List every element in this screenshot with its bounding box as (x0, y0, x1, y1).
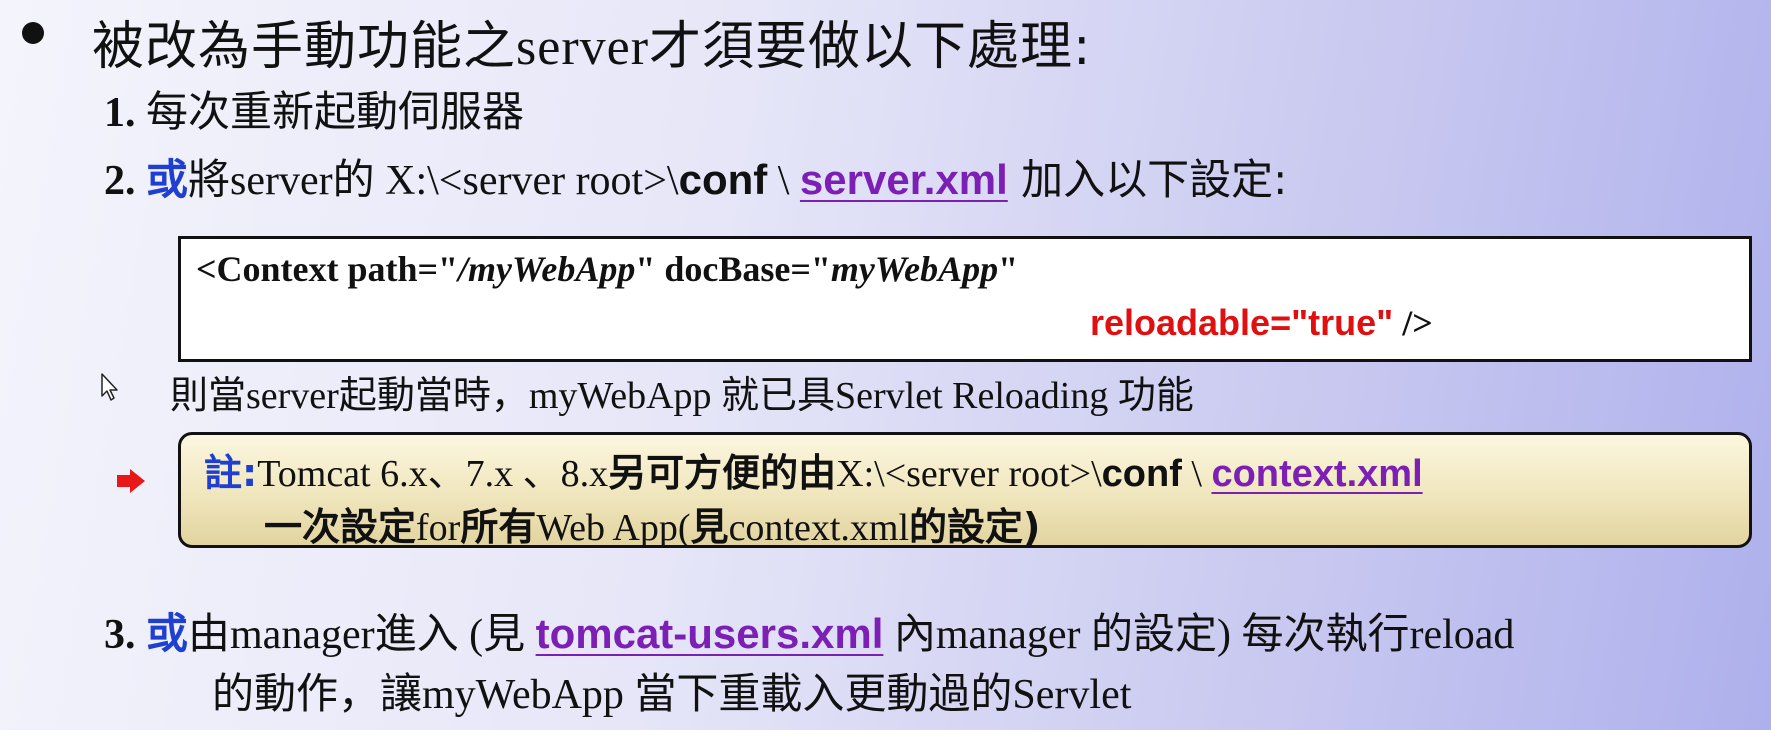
list-item-3-continuation: 的動作，讓myWebApp 當下重載入更動過的Servlet (212, 660, 1131, 721)
item-text: 每次重新起動伺服器 (146, 87, 525, 136)
note-line-2: 一次設定for所有Web App(見context.xml的設定) (264, 496, 1040, 551)
list-item-3: 3. 或由manager進入 (見 tomcat-users.xml 內mana… (104, 600, 1514, 661)
code-line-2: reloadable="true" /> (1090, 302, 1433, 344)
code-line-1: <Context path="/myWebApp" docBase="myWeb… (196, 248, 1018, 290)
bullet-icon (22, 22, 44, 44)
title-part-1: 被改為手動功能之 (92, 17, 517, 77)
item-text: 的動作，讓myWebApp 當下重載入更動過的Servlet (212, 672, 1132, 718)
code-text: /> (1393, 303, 1433, 343)
item-text: 由manager進入 (見 (188, 612, 536, 658)
code-docbase-value: myWebApp (830, 249, 999, 289)
note-path: X:\<server root>\ (836, 453, 1102, 495)
mouse-pointer-icon (100, 372, 120, 407)
code-text: " (998, 249, 1019, 289)
title-part-3: 才須要做以下處理: (649, 17, 1092, 77)
note-text: for (416, 507, 461, 549)
path-separator: \ (1181, 453, 1212, 495)
title-part-2: server (516, 19, 650, 76)
list-item-1: 1. 每次重新起動伺服器 (104, 78, 524, 139)
conf-folder: conf (678, 156, 768, 203)
note-text-bold: 所有 (460, 505, 537, 549)
note-text-bold: 一次設定 (264, 505, 417, 549)
result-sentence: 則當server起動當時，myWebApp 就已具Servlet Reloadi… (170, 375, 1194, 417)
note-text: Web App( (536, 507, 691, 549)
list-item-2: 2. 或將server的 X:\<server root>\conf \ ser… (104, 146, 1287, 207)
tomcat-users-xml-link[interactable]: tomcat-users.xml (536, 610, 884, 657)
item-text: 將server的 X:\<server root>\ (188, 158, 679, 204)
result-text: 則當server起動當時，myWebApp 就已具Servlet Reloadi… (170, 364, 1194, 419)
note-text-bold: 見 (690, 505, 729, 549)
right-arrow-icon (116, 468, 146, 499)
or-label: 或 (146, 155, 189, 204)
note-text-bold: 的設定) (909, 505, 1041, 549)
note-label: 註: (204, 451, 258, 495)
server-xml-link[interactable]: server.xml (800, 156, 1008, 203)
conf-folder: conf (1101, 453, 1182, 495)
item-number: 2. (104, 158, 136, 204)
reloadable-attr: reloadable="true" (1090, 302, 1394, 343)
code-path-value: /myWebApp (458, 249, 636, 289)
note-text-bold: 另可方便的由 (608, 451, 837, 495)
code-text: " docBase=" (635, 249, 831, 289)
note-line-1: 註:Tomcat 6.x、7.x 、8.x另可方便的由X:\<server ro… (204, 442, 1423, 497)
or-label: 或 (146, 609, 189, 658)
item-text-suffix: 加入以下設定: (1007, 155, 1288, 204)
item-number: 3. (104, 612, 136, 658)
note-text: Tomcat 6.x、7.x 、8.x (257, 453, 609, 495)
slide-title: 被改為手動功能之server才須要做以下處理: (92, 4, 1092, 79)
context-xml-link[interactable]: context.xml (1211, 453, 1422, 495)
path-separator: \ (767, 158, 800, 204)
note-text: context.xml (728, 507, 910, 549)
item-text-suffix: 內manager 的設定) 每次執行reload (883, 612, 1515, 658)
item-number: 1. (104, 90, 136, 136)
code-text: <Context path=" (196, 249, 459, 289)
